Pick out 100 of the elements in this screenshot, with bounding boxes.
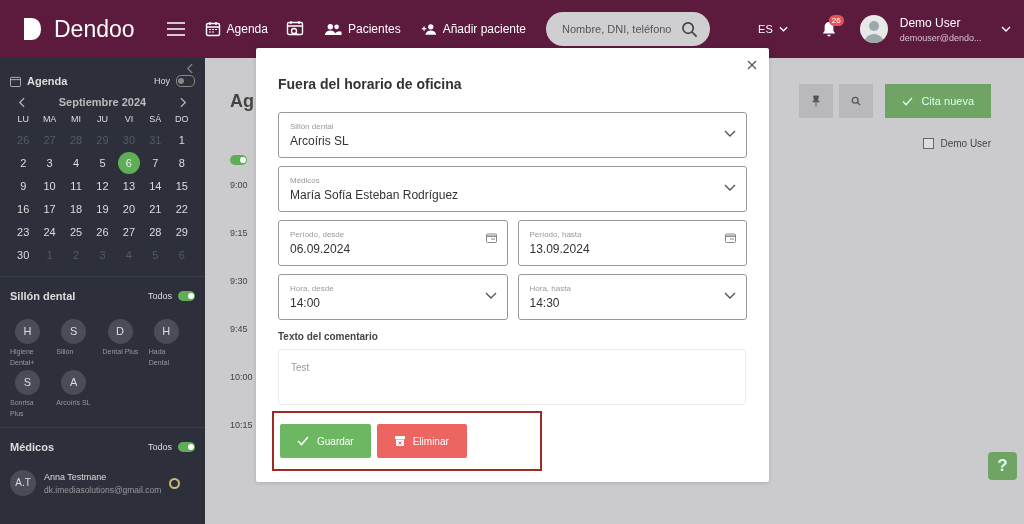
calendar-day[interactable]: 11 <box>65 175 88 197</box>
calendar-day[interactable]: 3 <box>38 152 61 174</box>
pin-button[interactable] <box>799 84 834 118</box>
search-button[interactable] <box>839 84 874 118</box>
bell-icon[interactable] <box>821 21 836 37</box>
calendar-day[interactable]: 22 <box>170 198 193 220</box>
page-title: Ag <box>230 90 254 112</box>
calendar-day[interactable]: 5 <box>91 152 114 174</box>
chair-avatar[interactable]: H <box>15 319 40 344</box>
field-value: 14:00 <box>290 296 322 310</box>
status-ring-icon <box>169 477 181 489</box>
time-label: 9:00 <box>230 180 248 190</box>
trash-icon <box>394 436 405 446</box>
toggle-switch[interactable] <box>178 291 195 301</box>
chair-avatar[interactable]: S <box>15 370 40 395</box>
logo-text: Dendoo <box>54 15 135 43</box>
calendar-day[interactable]: 8 <box>170 152 193 174</box>
calendar-day[interactable]: 18 <box>65 198 88 220</box>
calendar-search-icon[interactable] <box>285 20 304 38</box>
weekday-label: MI <box>70 113 83 126</box>
doctor-avatar[interactable]: A.T <box>10 470 36 496</box>
comment-field[interactable]: Test <box>278 349 746 405</box>
chair-avatar[interactable]: H <box>153 319 179 344</box>
form-field[interactable]: Hora, hasta 14:30 <box>517 274 747 320</box>
calendar-day[interactable]: 17 <box>38 198 61 220</box>
toggle-label: Todos <box>147 442 172 452</box>
avatar[interactable] <box>859 15 888 43</box>
add-person-icon <box>420 22 437 36</box>
calendar-day[interactable]: 16 <box>12 198 35 220</box>
calendar-day[interactable]: 14 <box>144 175 167 197</box>
form-field[interactable]: Hora, desde 14:00 <box>278 274 508 320</box>
calendar-day[interactable]: 27 <box>117 221 140 243</box>
field-value: 14:30 <box>529 296 561 310</box>
chevron-down-icon <box>724 183 736 191</box>
chair-avatar[interactable]: S <box>61 319 87 344</box>
nav-link[interactable]: Pacientes <box>323 22 401 36</box>
form-field[interactable]: Sillón dental Arcoíris SL <box>278 112 747 158</box>
form-field[interactable]: Período, desde 06.09.2024 <box>278 220 508 266</box>
calendar-day[interactable]: 13 <box>117 175 140 197</box>
field-label: Sillón dental <box>290 122 335 131</box>
calendar-day[interactable]: 25 <box>65 221 88 243</box>
doctor-name: Anna Testmane <box>44 471 108 482</box>
search-icon <box>681 21 699 38</box>
calendar-day[interactable]: 2 <box>12 152 35 174</box>
calendar-day[interactable]: 7 <box>144 152 167 174</box>
caret-icon <box>778 26 788 32</box>
field-value: 06.09.2024 <box>290 242 352 256</box>
month-title: Septiembre 2024 <box>58 96 147 108</box>
calendar-day[interactable]: 10 <box>38 175 61 197</box>
calendar-day[interactable]: 12 <box>91 175 114 197</box>
nav-link[interactable]: Agenda <box>204 21 268 37</box>
calendar-day[interactable]: 1 <box>170 129 193 151</box>
form-field[interactable]: Período, hasta 13.09.2024 <box>517 220 747 266</box>
calendar-day[interactable]: 23 <box>12 221 35 243</box>
weekday-label: SÁ <box>148 113 163 126</box>
field-value: 13.09.2024 <box>529 242 591 256</box>
toggle-switch[interactable] <box>230 155 247 165</box>
time-label: 9:15 <box>230 228 248 238</box>
chair-avatar[interactable]: D <box>107 319 133 344</box>
toggle-switch[interactable] <box>178 442 195 452</box>
pin-icon <box>811 95 822 107</box>
section-title: Sillón dental <box>10 290 76 302</box>
calendar-day[interactable]: 9 <box>12 175 35 197</box>
weekday-label: JU <box>96 113 109 126</box>
toggle-switch[interactable] <box>176 75 195 87</box>
field-label: Hora, desde <box>290 284 335 293</box>
caret-icon[interactable] <box>1001 26 1012 32</box>
calendar-day[interactable]: 29 <box>170 221 193 243</box>
check-icon <box>297 436 309 446</box>
language-selector[interactable]: ES <box>758 23 788 35</box>
menu-icon[interactable] <box>166 22 185 36</box>
time-label: 10:00 <box>230 372 253 382</box>
toggle-label: Todos <box>147 291 172 301</box>
field-label: Hora, hasta <box>529 284 572 293</box>
chevron-down-icon <box>724 129 736 137</box>
calendar-icon <box>725 233 736 243</box>
form-field[interactable]: Médicos María Sofía Esteban Rodríguez <box>278 166 747 212</box>
comment-label: Texto del comentario <box>278 331 379 342</box>
nav-link[interactable]: Añadir paciente <box>420 22 527 36</box>
close-icon[interactable] <box>747 60 757 70</box>
chevron-right-icon[interactable] <box>180 96 187 108</box>
calendar-day[interactable]: 19 <box>91 198 114 220</box>
weekday-label: LU <box>16 113 30 126</box>
check-icon <box>902 96 914 106</box>
checkbox[interactable] <box>923 138 935 149</box>
calendar-day[interactable]: 24 <box>38 221 61 243</box>
search-field[interactable]: Nombre, DNI, teléfono <box>546 12 711 46</box>
calendar-day[interactable]: 26 <box>91 221 114 243</box>
calendar-day[interactable]: 30 <box>12 244 35 266</box>
calendar-day[interactable]: 20 <box>117 198 140 220</box>
notification-badge: 26 <box>828 15 844 26</box>
calendar-day[interactable]: 4 <box>65 152 88 174</box>
calendar-day[interactable]: 15 <box>170 175 193 197</box>
calendar-day[interactable]: 28 <box>144 221 167 243</box>
chair-avatar[interactable]: A <box>61 370 87 395</box>
time-label: 9:30 <box>230 276 248 286</box>
chevron-left-icon[interactable] <box>18 96 25 108</box>
weekday-label: VI <box>123 113 135 126</box>
chevron-left-icon[interactable] <box>186 63 193 74</box>
calendar-day[interactable]: 21 <box>144 198 167 220</box>
